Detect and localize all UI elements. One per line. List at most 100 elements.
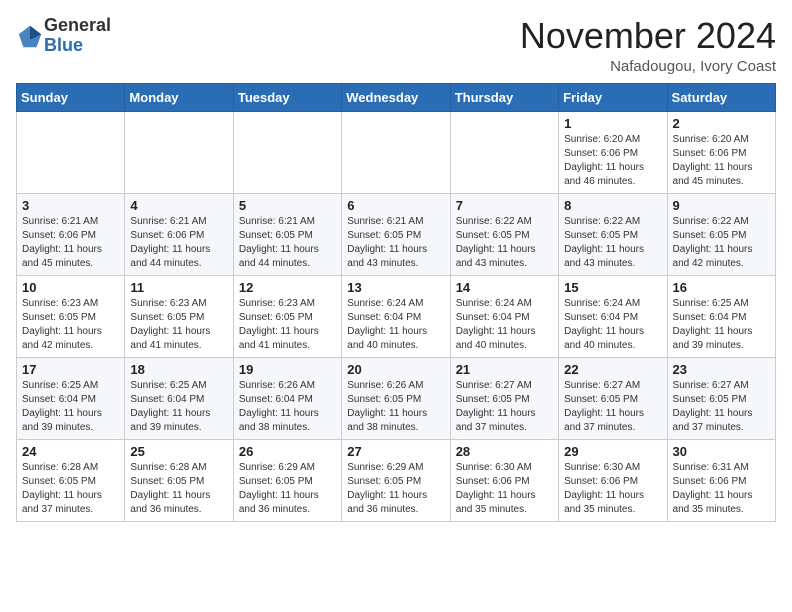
- weekday-header: Saturday: [667, 83, 775, 111]
- calendar-day-cell: 1 Sunrise: 6:20 AM Sunset: 6:06 PM Daylig…: [559, 111, 667, 193]
- calendar-day-cell: 26 Sunrise: 6:29 AM Sunset: 6:05 PM Dayli…: [233, 439, 341, 521]
- day-number: 28: [456, 444, 553, 459]
- day-info: Sunrise: 6:22 AM Sunset: 6:05 PM Dayligh…: [564, 215, 661, 271]
- day-number: 29: [564, 444, 661, 459]
- day-info: Sunrise: 6:22 AM Sunset: 6:05 PM Dayligh…: [673, 215, 770, 271]
- day-info: Sunrise: 6:23 AM Sunset: 6:05 PM Dayligh…: [130, 297, 227, 353]
- day-info: Sunrise: 6:21 AM Sunset: 6:05 PM Dayligh…: [347, 215, 444, 271]
- day-info: Sunrise: 6:24 AM Sunset: 6:04 PM Dayligh…: [347, 297, 444, 353]
- day-number: 18: [130, 362, 227, 377]
- calendar-day-cell: 22Sunrise: 6:27 AM Sunset: 6:05 PM Dayli…: [559, 357, 667, 439]
- day-info: Sunrise: 6:25 AM Sunset: 6:04 PM Dayligh…: [673, 297, 770, 353]
- day-info: Sunrise: 6:24 AM Sunset: 6:04 PM Dayligh…: [564, 297, 661, 353]
- day-info: Sunrise: 6:25 AM Sunset: 6:04 PM Dayligh…: [130, 379, 227, 435]
- day-info: Sunrise: 6:27 AM Sunset: 6:05 PM Dayligh…: [673, 379, 770, 435]
- calendar-header-row: SundayMondayTuesdayWednesdayThursdayFrid…: [17, 83, 776, 111]
- calendar-day-cell: 21 Sunrise: 6:27 AM Sunset: 6:05 PM Dayli…: [450, 357, 558, 439]
- weekday-header: Thursday: [450, 83, 558, 111]
- logo-blue-text: Blue: [44, 36, 111, 56]
- day-info: Sunrise: 6:26 AM Sunset: 6:05 PM Dayligh…: [347, 379, 444, 435]
- day-number: 26: [239, 444, 336, 459]
- calendar-day-cell: [125, 111, 233, 193]
- calendar-week-row: 1 Sunrise: 6:20 AM Sunset: 6:06 PM Daylig…: [17, 111, 776, 193]
- day-info: Sunrise: 6:20 AM Sunset: 6:06 PM Dayligh…: [564, 133, 661, 189]
- logo-general-text: General: [44, 16, 111, 36]
- day-number: 8: [564, 198, 661, 213]
- calendar-day-cell: 14 Sunrise: 6:24 AM Sunset: 6:04 PM Dayli…: [450, 275, 558, 357]
- calendar-day-cell: 6 Sunrise: 6:21 AM Sunset: 6:05 PM Daylig…: [342, 193, 450, 275]
- calendar-day-cell: [17, 111, 125, 193]
- day-info: Sunrise: 6:22 AM Sunset: 6:05 PM Dayligh…: [456, 215, 553, 271]
- day-info: Sunrise: 6:29 AM Sunset: 6:05 PM Dayligh…: [239, 461, 336, 517]
- day-number: 10: [22, 280, 119, 295]
- day-info: Sunrise: 6:23 AM Sunset: 6:05 PM Dayligh…: [239, 297, 336, 353]
- day-number: 9: [673, 198, 770, 213]
- calendar-day-cell: 28 Sunrise: 6:30 AM Sunset: 6:06 PM Dayli…: [450, 439, 558, 521]
- calendar-day-cell: 13 Sunrise: 6:24 AM Sunset: 6:04 PM Dayli…: [342, 275, 450, 357]
- weekday-header: Friday: [559, 83, 667, 111]
- calendar-day-cell: 9 Sunrise: 6:22 AM Sunset: 6:05 PM Daylig…: [667, 193, 775, 275]
- calendar-day-cell: 15Sunrise: 6:24 AM Sunset: 6:04 PM Dayli…: [559, 275, 667, 357]
- weekday-header: Monday: [125, 83, 233, 111]
- day-number: 1: [564, 116, 661, 131]
- calendar-day-cell: 30Sunrise: 6:31 AM Sunset: 6:06 PM Dayli…: [667, 439, 775, 521]
- calendar-day-cell: 17 Sunrise: 6:25 AM Sunset: 6:04 PM Dayli…: [17, 357, 125, 439]
- day-number: 6: [347, 198, 444, 213]
- logo-icon: [16, 23, 44, 51]
- day-number: 20: [347, 362, 444, 377]
- day-info: Sunrise: 6:31 AM Sunset: 6:06 PM Dayligh…: [673, 461, 770, 517]
- calendar-day-cell: [342, 111, 450, 193]
- day-number: 21: [456, 362, 553, 377]
- weekday-header: Wednesday: [342, 83, 450, 111]
- day-info: Sunrise: 6:30 AM Sunset: 6:06 PM Dayligh…: [456, 461, 553, 517]
- day-number: 19: [239, 362, 336, 377]
- day-number: 27: [347, 444, 444, 459]
- day-number: 24: [22, 444, 119, 459]
- calendar-week-row: 10 Sunrise: 6:23 AM Sunset: 6:05 PM Dayli…: [17, 275, 776, 357]
- day-info: Sunrise: 6:21 AM Sunset: 6:06 PM Dayligh…: [130, 215, 227, 271]
- day-info: Sunrise: 6:23 AM Sunset: 6:05 PM Dayligh…: [22, 297, 119, 353]
- calendar-day-cell: 8 Sunrise: 6:22 AM Sunset: 6:05 PM Daylig…: [559, 193, 667, 275]
- day-info: Sunrise: 6:21 AM Sunset: 6:06 PM Dayligh…: [22, 215, 119, 271]
- day-info: Sunrise: 6:20 AM Sunset: 6:06 PM Dayligh…: [673, 133, 770, 189]
- day-number: 3: [22, 198, 119, 213]
- day-number: 17: [22, 362, 119, 377]
- calendar-day-cell: 5Sunrise: 6:21 AM Sunset: 6:05 PM Daylig…: [233, 193, 341, 275]
- calendar-day-cell: 7 Sunrise: 6:22 AM Sunset: 6:05 PM Daylig…: [450, 193, 558, 275]
- month-title: November 2024: [520, 16, 776, 56]
- day-number: 23: [673, 362, 770, 377]
- day-info: Sunrise: 6:29 AM Sunset: 6:05 PM Dayligh…: [347, 461, 444, 517]
- calendar-day-cell: 25Sunrise: 6:28 AM Sunset: 6:05 PM Dayli…: [125, 439, 233, 521]
- day-number: 13: [347, 280, 444, 295]
- day-number: 11: [130, 280, 227, 295]
- weekday-header: Sunday: [17, 83, 125, 111]
- calendar-day-cell: 23 Sunrise: 6:27 AM Sunset: 6:05 PM Dayli…: [667, 357, 775, 439]
- calendar-day-cell: 3 Sunrise: 6:21 AM Sunset: 6:06 PM Daylig…: [17, 193, 125, 275]
- day-number: 14: [456, 280, 553, 295]
- day-info: Sunrise: 6:28 AM Sunset: 6:05 PM Dayligh…: [22, 461, 119, 517]
- calendar: SundayMondayTuesdayWednesdayThursdayFrid…: [16, 83, 776, 522]
- calendar-day-cell: 2 Sunrise: 6:20 AM Sunset: 6:06 PM Daylig…: [667, 111, 775, 193]
- day-number: 2: [673, 116, 770, 131]
- calendar-day-cell: 27 Sunrise: 6:29 AM Sunset: 6:05 PM Dayli…: [342, 439, 450, 521]
- day-info: Sunrise: 6:25 AM Sunset: 6:04 PM Dayligh…: [22, 379, 119, 435]
- day-number: 12: [239, 280, 336, 295]
- calendar-week-row: 17 Sunrise: 6:25 AM Sunset: 6:04 PM Dayli…: [17, 357, 776, 439]
- calendar-day-cell: 19 Sunrise: 6:26 AM Sunset: 6:04 PM Dayli…: [233, 357, 341, 439]
- logo: General Blue: [16, 16, 111, 56]
- day-info: Sunrise: 6:24 AM Sunset: 6:04 PM Dayligh…: [456, 297, 553, 353]
- day-info: Sunrise: 6:26 AM Sunset: 6:04 PM Dayligh…: [239, 379, 336, 435]
- day-number: 7: [456, 198, 553, 213]
- calendar-day-cell: 12 Sunrise: 6:23 AM Sunset: 6:05 PM Dayli…: [233, 275, 341, 357]
- day-info: Sunrise: 6:27 AM Sunset: 6:05 PM Dayligh…: [456, 379, 553, 435]
- calendar-day-cell: 10 Sunrise: 6:23 AM Sunset: 6:05 PM Dayli…: [17, 275, 125, 357]
- calendar-day-cell: 11 Sunrise: 6:23 AM Sunset: 6:05 PM Dayli…: [125, 275, 233, 357]
- title-area: November 2024 Nafadougou, Ivory Coast: [520, 16, 776, 75]
- day-number: 25: [130, 444, 227, 459]
- calendar-day-cell: 24 Sunrise: 6:28 AM Sunset: 6:05 PM Dayli…: [17, 439, 125, 521]
- header: General Blue November 2024 Nafadougou, I…: [16, 16, 776, 75]
- day-info: Sunrise: 6:27 AM Sunset: 6:05 PM Dayligh…: [564, 379, 661, 435]
- weekday-header: Tuesday: [233, 83, 341, 111]
- day-number: 4: [130, 198, 227, 213]
- logo-text: General Blue: [44, 16, 111, 56]
